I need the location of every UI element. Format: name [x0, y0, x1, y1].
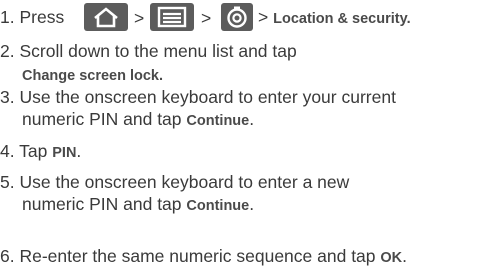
step-end: .: [406, 11, 411, 27]
option-label: PIN: [52, 145, 77, 161]
home-icon: [84, 3, 128, 31]
step-end: .: [249, 109, 255, 129]
step-1-tail: > Location & security.: [258, 6, 411, 30]
step-end: .: [76, 141, 82, 161]
step-4-line: 4. Tap PIN.: [0, 140, 81, 164]
separator-text: >: [258, 7, 269, 27]
step-2-line-1: 2. Scroll down to the menu list and tap: [0, 40, 297, 62]
step-6: 6. Re-enter the same numeric sequence an…: [0, 245, 491, 269]
step-end: .: [402, 246, 408, 266]
step-number: 2.: [0, 41, 15, 61]
step-number: 4.: [0, 141, 15, 161]
step-number: 5.: [0, 172, 15, 192]
step-3-line-2: numeric PIN and tap Continue.: [22, 108, 254, 132]
menu-path-label: Location & security: [273, 11, 407, 27]
step-text: numeric PIN and tap: [22, 194, 182, 214]
option-label: Change screen lock: [22, 68, 159, 84]
step-5-line-1: 5. Use the onscreen keyboard to enter a …: [0, 171, 349, 193]
separator-text: >: [201, 8, 212, 28]
step-2-line-2: Change screen lock.: [22, 63, 163, 87]
button-label: Continue: [186, 113, 250, 129]
step-3-line-1: 3. Use the onscreen keyboard to enter yo…: [0, 86, 396, 108]
step-5: 5. Use the onscreen keyboard to enter a …: [0, 171, 491, 217]
step-end: .: [249, 194, 255, 214]
step-1-line: 1. Press: [0, 6, 64, 28]
step-6-line: 6. Re-enter the same numeric sequence an…: [0, 245, 407, 269]
step-number: 3.: [0, 87, 15, 107]
menu-icon: [150, 3, 194, 31]
separator-text: >: [134, 8, 145, 28]
step-1: 1. Press > > > Location & security.: [0, 0, 491, 36]
button-label: OK: [380, 250, 403, 266]
settings-icon: [221, 3, 253, 31]
step-2: 2. Scroll down to the menu list and tap …: [0, 40, 491, 86]
step-5-line-2: numeric PIN and tap Continue.: [22, 193, 254, 217]
step-text: Use the onscreen keyboard to enter your …: [19, 87, 396, 107]
instruction-document: 1. Press > > > Location & security. 2. S…: [0, 0, 491, 275]
button-label: Continue: [186, 198, 250, 214]
step-3: 3. Use the onscreen keyboard to enter yo…: [0, 86, 491, 132]
step-text: Use the onscreen keyboard to enter a new: [19, 172, 350, 192]
step-text: numeric PIN and tap: [22, 109, 182, 129]
step-text: Scroll down to the menu list and tap: [19, 41, 297, 61]
step-text: Press: [19, 7, 65, 27]
step-4: 4. Tap PIN.: [0, 140, 491, 164]
step-text: Tap: [19, 141, 48, 161]
step-text: Re-enter the same numeric sequence and t…: [19, 246, 376, 266]
step-number: 6.: [0, 246, 15, 266]
step-number: 1.: [0, 7, 15, 27]
step-end: .: [159, 68, 164, 84]
